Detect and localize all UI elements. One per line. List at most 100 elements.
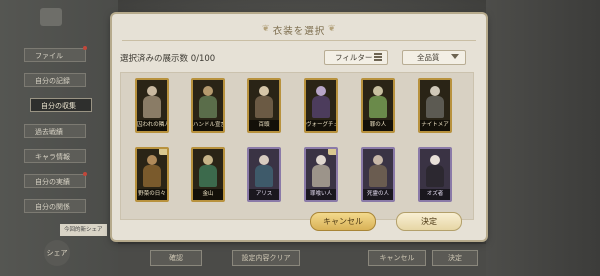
portrait-body (199, 96, 217, 118)
costume-name: ナイトメア (420, 120, 450, 131)
right-background (486, 0, 600, 276)
sidebar-item-records[interactable]: 自分の記録 (24, 73, 86, 87)
portrait-head (147, 155, 157, 165)
costume-portrait (308, 151, 334, 189)
filter-label: フィルター (335, 53, 373, 62)
selected-count: 選択済みの展示数 0/100 (120, 54, 216, 64)
filter-button[interactable]: フィルター (324, 50, 388, 65)
costume-name: 囚われの隣人 (137, 120, 167, 131)
costume-portrait (422, 151, 448, 189)
costume-card[interactable]: アリス (247, 147, 281, 202)
portrait-body (199, 165, 217, 187)
dialog-title: 衣装を選択 (272, 26, 326, 37)
costume-card[interactable]: ナイトメア (418, 78, 452, 133)
sidebar-item-label: 自分の記録 (35, 77, 70, 85)
portrait-body (369, 165, 387, 187)
sidebar-item-label: 自分の実績 (35, 178, 70, 186)
portrait-body (255, 165, 273, 187)
portrait-head (316, 86, 326, 96)
costume-name: アリス (249, 189, 279, 200)
filter-icon (374, 53, 382, 61)
costume-portrait (422, 82, 448, 120)
portrait-body (312, 96, 330, 118)
portrait-body (312, 165, 330, 187)
portrait-body (143, 165, 161, 187)
portrait-head (373, 155, 383, 165)
portrait-head (430, 155, 440, 165)
costume-card[interactable]: 罪の人 (361, 78, 395, 133)
costume-portrait (139, 82, 165, 120)
portrait-head (259, 86, 269, 96)
portrait-body (255, 96, 273, 118)
sidebar-item-file[interactable]: ファイル (24, 46, 87, 62)
costume-card[interactable]: ハンドル宣言 (191, 78, 225, 133)
notification-dot-icon (83, 46, 87, 50)
portrait-head (203, 155, 213, 165)
new-badge-icon (328, 149, 336, 155)
sidebar-item-collection[interactable]: 自分の収集 (30, 98, 92, 112)
costume-card[interactable]: オズ者 (418, 147, 452, 202)
costume-card[interactable]: 死霊の人 (361, 147, 395, 202)
portrait-head (259, 155, 269, 165)
portrait-head (147, 86, 157, 96)
flourish-right-icon: ❦ (328, 24, 336, 34)
sidebar-item-history[interactable]: 過去戦績 (24, 124, 86, 138)
portrait-head (373, 86, 383, 96)
confirm-button[interactable]: 決定 (396, 212, 462, 231)
quality-select-value: 全品質 (417, 53, 440, 62)
costume-card[interactable]: ヴォーグチェス (304, 78, 338, 133)
chevron-down-icon (451, 54, 459, 59)
costume-portrait (251, 151, 277, 189)
cancel-button[interactable]: キャンセル (310, 212, 376, 231)
bg-confirm-button[interactable]: 確認 (150, 250, 202, 266)
portrait-head (430, 86, 440, 96)
portrait-body (369, 96, 387, 118)
portrait-head (203, 86, 213, 96)
portrait-body (143, 96, 161, 118)
new-badge-icon (159, 149, 167, 155)
dialog-titlebar: ❦ 衣装を選択 ❦ (122, 20, 476, 41)
costume-portrait (195, 82, 221, 120)
costume-name: ハンドル宣言 (193, 120, 223, 131)
costume-name: 死霊の人 (363, 189, 393, 200)
portrait-head (316, 155, 326, 165)
costume-name: 金山 (193, 189, 223, 200)
sidebar-item-relations[interactable]: 自分の関係 (24, 199, 86, 213)
portrait-body (426, 96, 444, 118)
costume-name: 野菜の日々 (137, 189, 167, 200)
sidebar-item-label: 自分の関係 (35, 203, 70, 211)
costume-name: ヴォーグチェス (306, 120, 336, 131)
costume-portrait (365, 82, 391, 120)
costume-card[interactable]: 金山 (191, 147, 225, 202)
costume-card[interactable]: 罪喰い人 (304, 147, 338, 202)
costume-name: 百頭 (249, 120, 279, 131)
costume-card[interactable]: 百頭 (247, 78, 281, 133)
sidebar-item-label: キャラ情報 (35, 153, 70, 161)
bg-decide-button[interactable]: 決定 (432, 250, 478, 266)
costume-grid: 囚われの隣人 ハンドル宣言 百頭 ヴォーグチェス 罪の人 ナイトメア野菜の日々 金山 アリス 罪… (120, 72, 474, 220)
costume-name: 罪の人 (363, 120, 393, 131)
bg-cancel-button[interactable]: キャンセル (368, 250, 426, 266)
costume-portrait (139, 151, 165, 189)
costume-select-dialog: ❦ 衣装を選択 ❦ 選択済みの展示数 0/100 フィルター 全品質 囚われの隣… (112, 14, 486, 240)
costume-card[interactable]: 野菜の日々 (135, 147, 169, 202)
costume-portrait (365, 151, 391, 189)
costume-card[interactable]: 囚われの隣人 (135, 78, 169, 133)
share-tooltip: 今回的新シェア (60, 224, 107, 236)
back-icon[interactable] (40, 8, 62, 26)
sidebar-item-label: ファイル (35, 52, 63, 60)
sidebar-item-label: 過去戦績 (35, 128, 63, 136)
costume-portrait (195, 151, 221, 189)
costume-portrait (308, 82, 334, 120)
sidebar-item-achievements[interactable]: 自分の実績 (24, 172, 87, 188)
share-button[interactable]: シェア (44, 240, 70, 266)
costume-portrait (251, 82, 277, 120)
costume-name: 罪喰い人 (306, 189, 336, 200)
sidebar-item-characters[interactable]: キャラ情報 (24, 149, 86, 163)
quality-select[interactable]: 全品質 (402, 50, 466, 65)
costume-name: オズ者 (420, 189, 450, 200)
portrait-body (426, 165, 444, 187)
sidebar-item-label: 自分の収集 (41, 102, 76, 110)
notification-dot-icon (83, 172, 87, 176)
bg-clear-button[interactable]: 設定内容クリア (232, 250, 300, 266)
